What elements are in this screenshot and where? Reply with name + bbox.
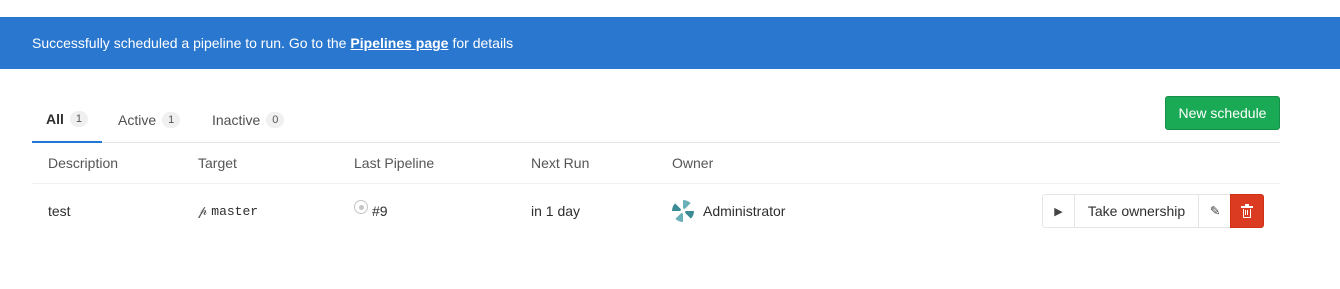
- avatar: [672, 200, 694, 222]
- edit-button[interactable]: ✏: [1198, 194, 1231, 228]
- schedule-target[interactable]: 𝓅 master: [198, 184, 258, 238]
- tab-all[interactable]: All 1: [32, 96, 102, 143]
- branch-icon: 𝓅: [198, 203, 208, 219]
- flash-notice: Successfully scheduled a pipeline to run…: [0, 17, 1340, 69]
- tab-active-count-badge: 1: [162, 111, 181, 128]
- tab-inactive[interactable]: Inactive 0: [212, 96, 285, 143]
- row-actions: ▶ Take ownership ✏: [1042, 194, 1264, 228]
- branch-name: master: [211, 203, 259, 219]
- header-owner: Owner: [672, 155, 714, 171]
- schedule-description: test: [48, 203, 71, 219]
- header-next-run: Next Run: [531, 155, 590, 171]
- tab-active-label: Active: [118, 111, 157, 128]
- flash-text-before: Successfully scheduled a pipeline to run…: [32, 35, 347, 51]
- schedule-scope-tabs: All 1 Active 1 Inactive 0: [32, 96, 1280, 143]
- tab-all-count-badge: 1: [69, 110, 88, 127]
- tab-inactive-count-badge: 0: [266, 111, 285, 128]
- new-schedule-button[interactable]: New schedule: [1165, 96, 1280, 130]
- next-run: in 1 day: [531, 203, 581, 219]
- tab-all-label: All: [46, 110, 64, 127]
- top-strip: [0, 0, 1340, 17]
- header-description: Description: [48, 155, 119, 171]
- tab-active[interactable]: Active 1: [118, 96, 181, 143]
- trash-icon: [1241, 203, 1253, 218]
- owner-name[interactable]: Administrator: [703, 203, 785, 219]
- take-ownership-button[interactable]: Take ownership: [1074, 194, 1199, 228]
- header-target: Target: [198, 155, 237, 171]
- last-pipeline[interactable]: #9: [354, 184, 388, 238]
- delete-button[interactable]: [1230, 194, 1264, 228]
- header-last-pipeline: Last Pipeline: [354, 155, 435, 171]
- pipelines-page-link[interactable]: Pipelines page: [350, 35, 448, 51]
- play-icon: ▶: [1054, 205, 1063, 218]
- status-created-icon: [354, 200, 368, 214]
- play-button[interactable]: ▶: [1042, 194, 1075, 228]
- pipeline-link[interactable]: #9: [372, 203, 388, 219]
- flash-text-after: for details: [452, 35, 514, 51]
- table-header: Description Target Last Pipeline Next Ru…: [32, 143, 1280, 184]
- pencil-icon: ✏: [1205, 201, 1224, 221]
- schedule-owner[interactable]: Administrator: [672, 184, 785, 238]
- tab-inactive-label: Inactive: [212, 111, 261, 128]
